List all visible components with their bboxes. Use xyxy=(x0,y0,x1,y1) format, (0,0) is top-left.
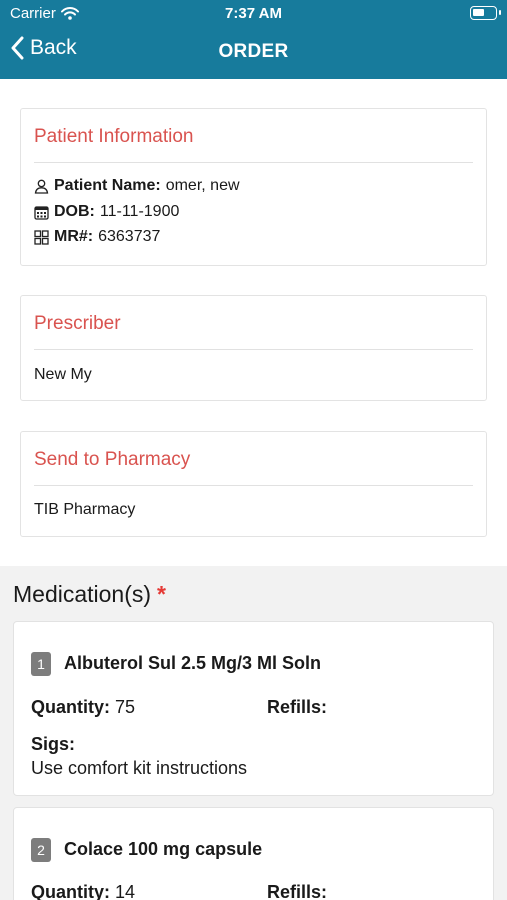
quantity-value: 75 xyxy=(115,697,136,717)
grid-icon xyxy=(34,229,49,245)
patient-name-value: omer, new xyxy=(165,177,240,194)
quantity-label: Quantity: xyxy=(31,697,110,717)
status-bar: Carrier 7:37 AM xyxy=(0,0,507,28)
page-title: ORDER xyxy=(218,41,289,62)
user-icon xyxy=(34,179,49,194)
patient-name-row: Patient Name: omer, new xyxy=(34,177,240,195)
dob-label: DOB: xyxy=(54,203,95,220)
quantity-label: Quantity: xyxy=(31,882,110,900)
sigs-label: Sigs: xyxy=(31,734,76,754)
medication-number-badge: 2 xyxy=(31,838,51,862)
nav-bar: Carrier 7:37 AM Back ORDER xyxy=(0,0,507,79)
dob-value: 11-11-1900 xyxy=(99,203,180,220)
battery-icon xyxy=(470,6,501,20)
quantity-value: 14 xyxy=(115,882,136,900)
medications-section: Medication(s) * 1 Albuterol Sul 2.5 Mg/3 … xyxy=(0,566,507,900)
divider xyxy=(34,349,473,350)
mr-label: MR#: xyxy=(54,228,94,245)
medications-heading: Medication(s) * xyxy=(13,581,166,608)
medication-card[interactable]: 1 Albuterol Sul 2.5 Mg/3 Ml Soln Quantit… xyxy=(13,621,494,796)
required-mark: * xyxy=(157,581,166,607)
medications-heading-label: Medication(s) xyxy=(13,581,152,607)
quantity-field: Quantity: 75 xyxy=(31,697,135,718)
quantity-field: Quantity: 14 xyxy=(31,882,135,900)
pharmacy-card[interactable]: Send to Pharmacy TIB Pharmacy xyxy=(20,431,487,537)
pharmacy-value: TIB Pharmacy xyxy=(34,501,136,518)
patient-name-label: Patient Name: xyxy=(54,177,161,194)
patient-info-card: Patient Information Patient Name: omer, … xyxy=(20,108,487,266)
refills-field: Refills: xyxy=(267,882,327,900)
patient-info-title: Patient Information xyxy=(34,126,194,147)
sigs-value: Use comfort kit instructions xyxy=(31,758,248,778)
refills-field: Refills: xyxy=(267,697,327,718)
medication-name: Albuterol Sul 2.5 Mg/3 Ml Soln xyxy=(64,653,322,673)
medication-card[interactable]: 2 Colace 100 mg capsule Quantity: 14 Ref… xyxy=(13,807,494,900)
dob-row: DOB: 11-11-1900 xyxy=(34,203,179,221)
divider xyxy=(34,162,473,163)
prescriber-title: Prescriber xyxy=(34,313,121,334)
prescriber-card[interactable]: Prescriber New My xyxy=(20,295,487,401)
sigs-field: Sigs: Use comfort kit instructions xyxy=(31,734,247,779)
prescriber-value: New My xyxy=(34,366,92,383)
calendar-icon xyxy=(34,205,49,220)
pharmacy-title: Send to Pharmacy xyxy=(34,449,191,470)
divider xyxy=(34,485,473,486)
mr-value: 6363737 xyxy=(98,228,161,245)
mr-row: MR#: 6363737 xyxy=(34,228,160,246)
medication-number-badge: 1 xyxy=(31,652,51,676)
clock: 7:37 AM xyxy=(225,5,282,22)
refills-label: Refills: xyxy=(267,882,328,900)
medication-name: Colace 100 mg capsule xyxy=(64,839,263,859)
refills-label: Refills: xyxy=(267,697,328,717)
